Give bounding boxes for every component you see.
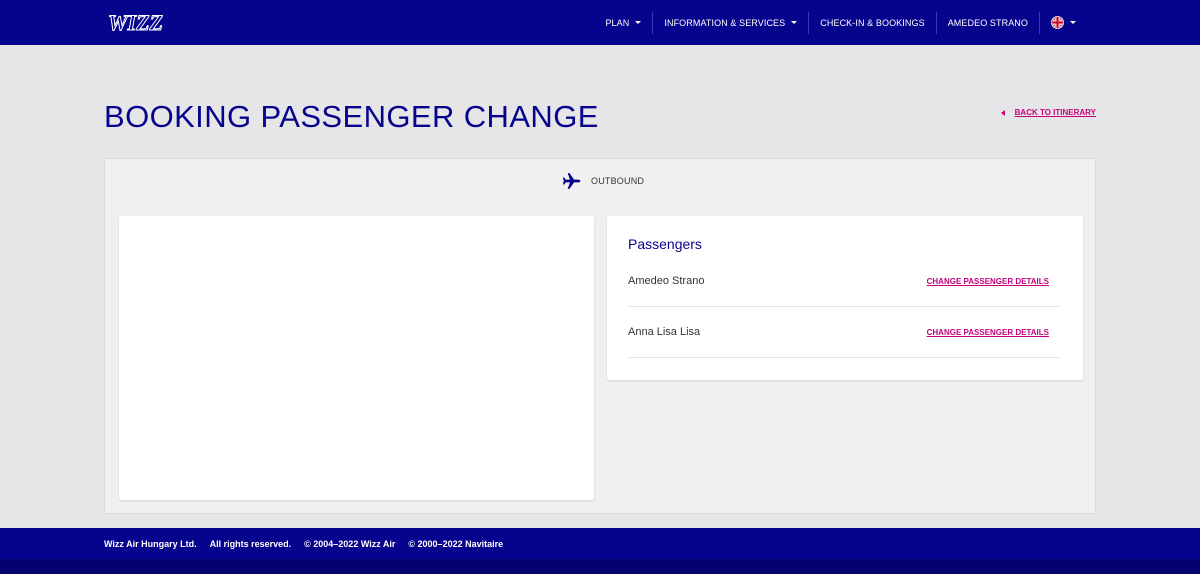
footer-bottom-strip <box>0 559 1200 574</box>
passenger-name: Anna Lisa Lisa <box>628 326 701 338</box>
passengers-panel: Passengers Amedeo Strano CHANGE PASSENGE… <box>607 216 1083 380</box>
change-passenger-details-link[interactable]: CHANGE PASSENGER DETAILS <box>927 328 1049 337</box>
language-selector[interactable] <box>1040 12 1087 34</box>
back-to-itinerary-link[interactable]: BACK TO ITINERARY <box>1000 108 1096 117</box>
passenger-row: Anna Lisa Lisa CHANGE PASSENGER DETAILS <box>628 307 1060 358</box>
chevron-left-icon <box>1000 109 1005 116</box>
footer-copyright-navitaire: © 2000–2022 Navitaire <box>408 539 504 549</box>
uk-flag-icon <box>1051 16 1064 29</box>
page-title: BOOKING PASSENGER CHANGE <box>104 99 599 134</box>
footer-legal: Wizz Air Hungary Ltd. All rights reserve… <box>104 539 516 549</box>
passenger-name: Amedeo Strano <box>628 275 705 287</box>
seat-map-panel <box>119 216 594 500</box>
main-nav: PLAN INFORMATION & SERVICES CHECK-IN & B… <box>594 0 1087 45</box>
nav-user-account[interactable]: AMEDEO STRANO <box>937 11 1040 34</box>
footer-rights: All rights reserved. <box>209 539 292 549</box>
logo-text: WIZZ <box>108 10 163 35</box>
nav-information-services[interactable]: INFORMATION & SERVICES <box>653 11 810 34</box>
flight-direction: OUTBOUND <box>562 171 644 191</box>
change-passenger-details-link[interactable]: CHANGE PASSENGER DETAILS <box>927 277 1049 286</box>
passenger-row: Amedeo Strano CHANGE PASSENGER DETAILS <box>628 256 1060 307</box>
passengers-heading: Passengers <box>628 236 702 252</box>
flight-card: OUTBOUND Passengers Amedeo Strano CHANGE… <box>104 158 1096 514</box>
airplane-icon <box>562 173 581 189</box>
nav-check-in-bookings[interactable]: CHECK-IN & BOOKINGS <box>809 11 937 34</box>
nav-user-label: AMEDEO STRANO <box>947 17 1028 28</box>
back-link-label: BACK TO ITINERARY <box>1014 108 1096 117</box>
wizz-logo[interactable]: WIZZ <box>107 8 165 36</box>
nav-plan[interactable]: PLAN <box>594 11 654 34</box>
chevron-down-icon <box>791 21 798 24</box>
footer-company: Wizz Air Hungary Ltd. <box>104 539 197 549</box>
nav-information-label: INFORMATION & SERVICES <box>664 17 786 28</box>
nav-check-in-label: CHECK-IN & BOOKINGS <box>820 17 925 28</box>
nav-plan-label: PLAN <box>605 17 630 28</box>
direction-label: OUTBOUND <box>591 176 645 186</box>
chevron-down-icon <box>1070 21 1076 24</box>
top-navigation-bar: WIZZ PLAN INFORMATION & SERVICES CHECK-I… <box>0 0 1200 45</box>
footer-copyright-wizz: © 2004–2022 Wizz Air <box>304 539 396 549</box>
chevron-down-icon <box>635 21 642 24</box>
